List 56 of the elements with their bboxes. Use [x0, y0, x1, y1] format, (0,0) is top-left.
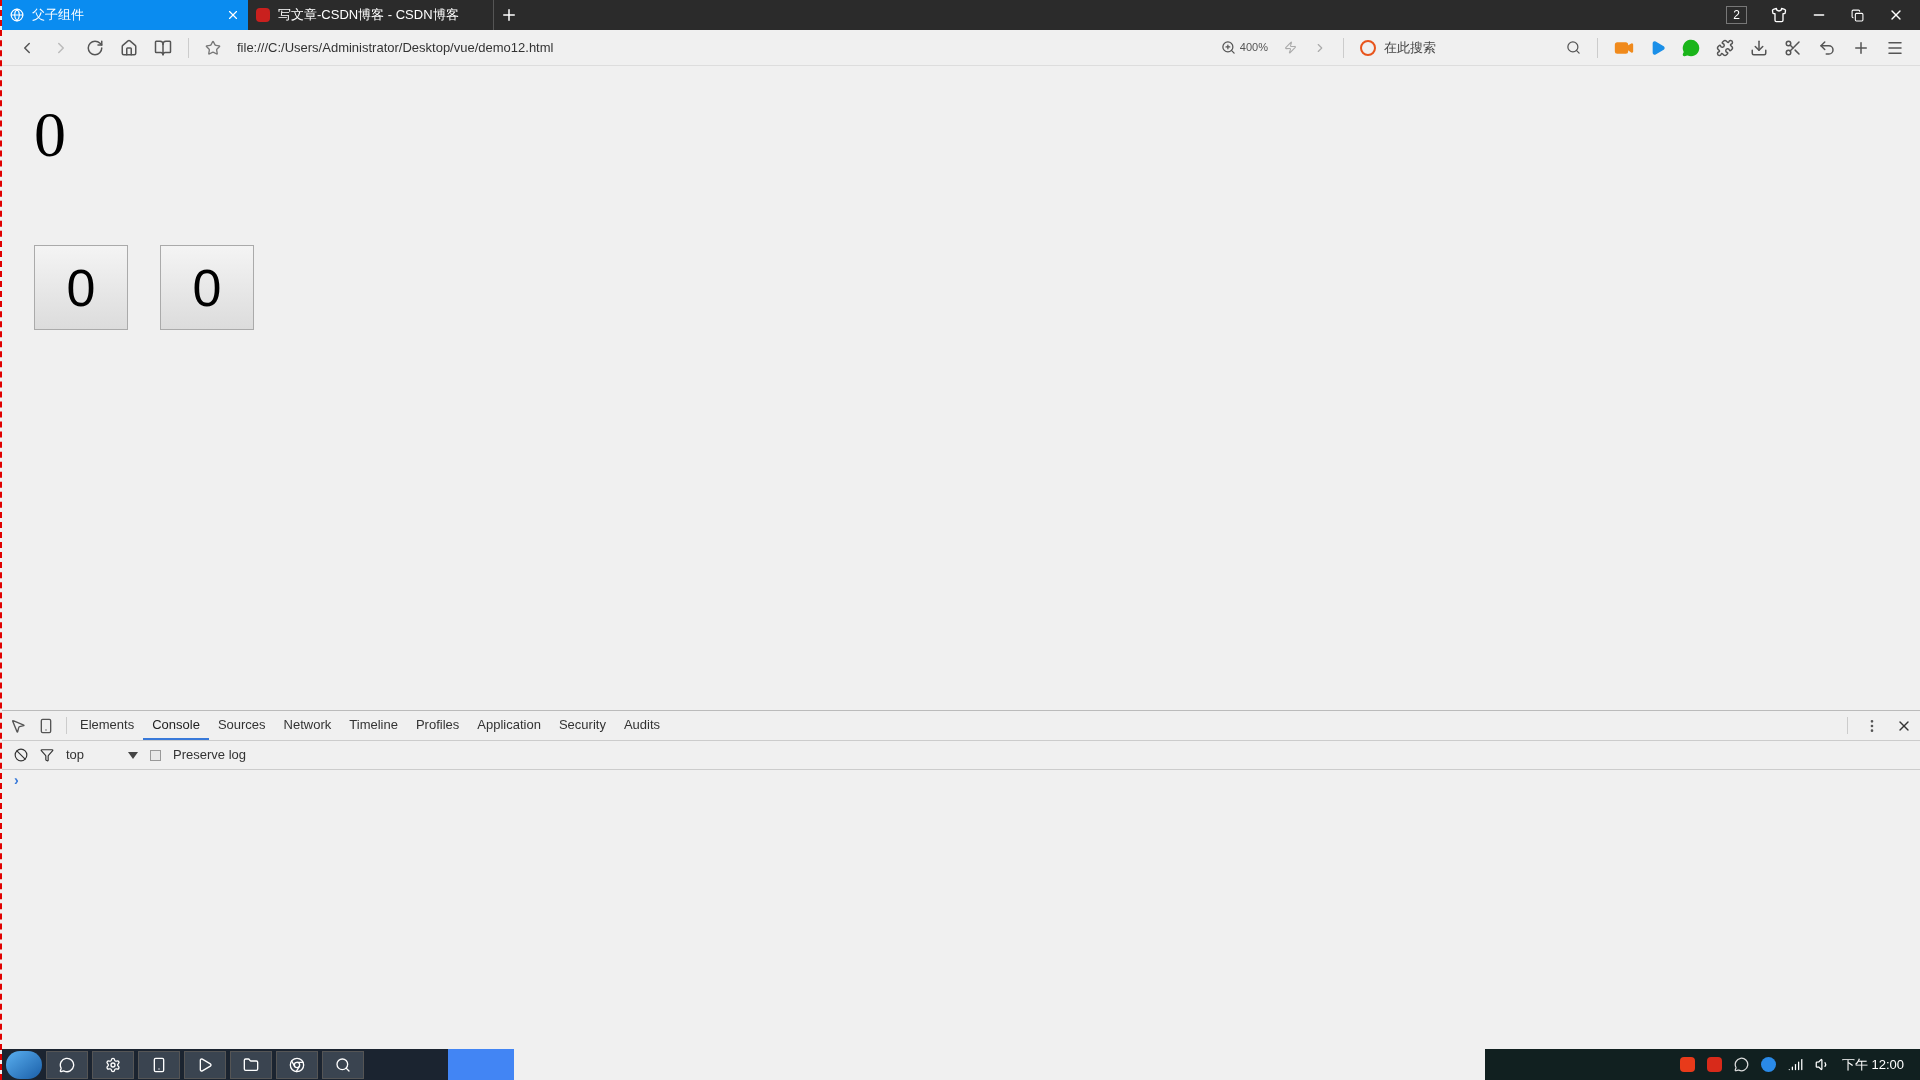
window-count[interactable]: 2 — [1726, 6, 1747, 24]
logo-icon — [256, 8, 270, 22]
tray-icon[interactable] — [1706, 1057, 1722, 1072]
clear-icon[interactable] — [14, 748, 28, 762]
devtools-tab[interactable]: Console — [143, 711, 209, 740]
clock[interactable]: 下午 12:00 — [1841, 1054, 1904, 1075]
zoom-icon[interactable] — [1220, 40, 1236, 55]
context-select[interactable]: top — [66, 745, 116, 765]
taskbar-app-icon[interactable] — [230, 1050, 272, 1079]
address-bar[interactable]: file:///C:/Users/Administrator/Desktop/vue/demo12.html — [237, 37, 1205, 58]
tab-title: 写文章-CSDN博客 - CSDN博客 — [278, 6, 460, 25]
devtools-tab[interactable]: Sources — [208, 711, 275, 740]
device-icon[interactable] — [38, 717, 54, 734]
download-icon[interactable] — [1750, 38, 1768, 57]
total-count: 0 — [34, 100, 67, 170]
start-button[interactable] — [6, 1050, 42, 1079]
undo-icon[interactable] — [1818, 38, 1836, 57]
new-tab-icon[interactable] — [500, 6, 518, 24]
console-prompt[interactable]: › — [2, 770, 1920, 791]
devtools-tab[interactable]: Network — [274, 711, 341, 740]
taskbar-app-icon[interactable] — [92, 1050, 134, 1079]
tray-icon[interactable] — [1760, 1057, 1776, 1072]
filter-icon[interactable] — [40, 748, 54, 762]
tab-title: 父子组件 — [32, 6, 85, 25]
taskbar-app-icon[interactable] — [322, 1050, 364, 1079]
taskbar-app-icon[interactable] — [184, 1050, 226, 1079]
dropdown-icon[interactable] — [128, 751, 138, 759]
taskbar-app-icon[interactable] — [138, 1050, 180, 1079]
book-icon[interactable] — [154, 38, 172, 57]
devtools-tab[interactable]: Audits — [614, 711, 670, 740]
play-icon[interactable] — [1650, 39, 1666, 56]
shirt-icon[interactable] — [1771, 7, 1787, 23]
inspect-icon[interactable] — [10, 717, 26, 734]
search-field[interactable]: 在此搜索 — [1360, 37, 1550, 58]
counter-button[interactable]: 0 — [34, 245, 128, 330]
devtools-tab[interactable]: Security — [549, 711, 615, 740]
devtools-tab[interactable]: Application — [468, 711, 550, 740]
checkbox-label: Preserve log — [173, 746, 246, 765]
globe-icon — [10, 8, 24, 22]
taskbar-app-icon[interactable] — [276, 1050, 318, 1079]
star-icon[interactable] — [205, 39, 221, 56]
zoom-level: 400% — [1239, 40, 1268, 56]
restore-icon[interactable] — [1851, 8, 1864, 22]
counter-button[interactable]: 0 — [160, 245, 254, 330]
reload-icon[interactable] — [86, 38, 104, 57]
puzzle-icon[interactable] — [1716, 38, 1734, 57]
devtools-tab[interactable]: Elements — [71, 711, 144, 740]
search-icon[interactable] — [1566, 40, 1581, 55]
devtools-tab[interactable]: Profiles — [406, 711, 469, 740]
home-icon[interactable] — [120, 38, 138, 57]
signal-icon[interactable] — [1787, 1057, 1803, 1072]
taskbar-app-icon[interactable] — [46, 1050, 88, 1079]
tray-icon[interactable] — [1679, 1057, 1695, 1072]
checkbox[interactable] — [150, 749, 161, 761]
scissors-icon[interactable] — [1784, 38, 1802, 57]
devtools-tab[interactable]: Timeline — [340, 711, 407, 740]
